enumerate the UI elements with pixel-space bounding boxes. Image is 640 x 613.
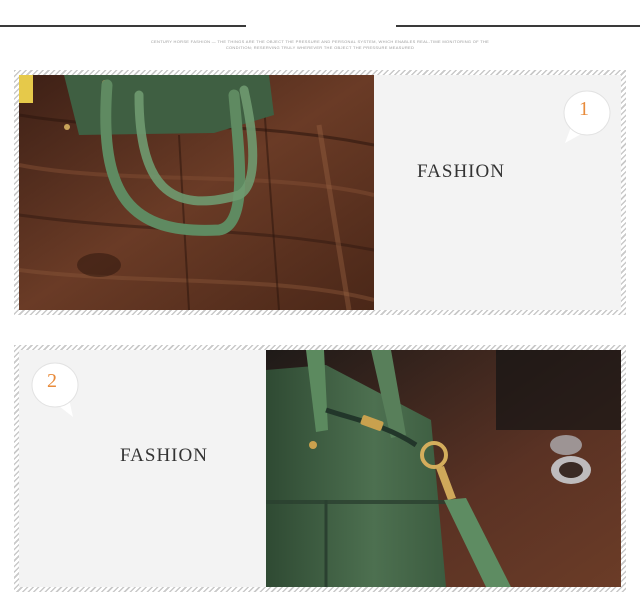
number-bubble-2: 2 <box>29 361 81 417</box>
bubble-number-2: 2 <box>47 370 57 392</box>
panel-1-caption: FASHION <box>417 161 505 182</box>
panel-1-inner: FASHION 1 <box>19 75 621 310</box>
panel-2-caption: FASHION <box>120 445 208 466</box>
panel-2-inner: 2 FASHION <box>19 350 621 587</box>
header-tagline: Century Horse Fashion — the things are t… <box>150 39 490 50</box>
photo-bag-handles-on-wood <box>19 75 374 310</box>
header-rule-right <box>396 25 640 27</box>
number-bubble-1: 1 <box>561 89 613 145</box>
photo-bag-closeup-clasp <box>266 350 621 587</box>
feature-panel-1: FASHION 1 <box>14 70 626 315</box>
feature-panel-2: 2 FASHION <box>14 345 626 592</box>
header-rule-left <box>0 25 246 27</box>
bubble-number-1: 1 <box>579 98 589 120</box>
